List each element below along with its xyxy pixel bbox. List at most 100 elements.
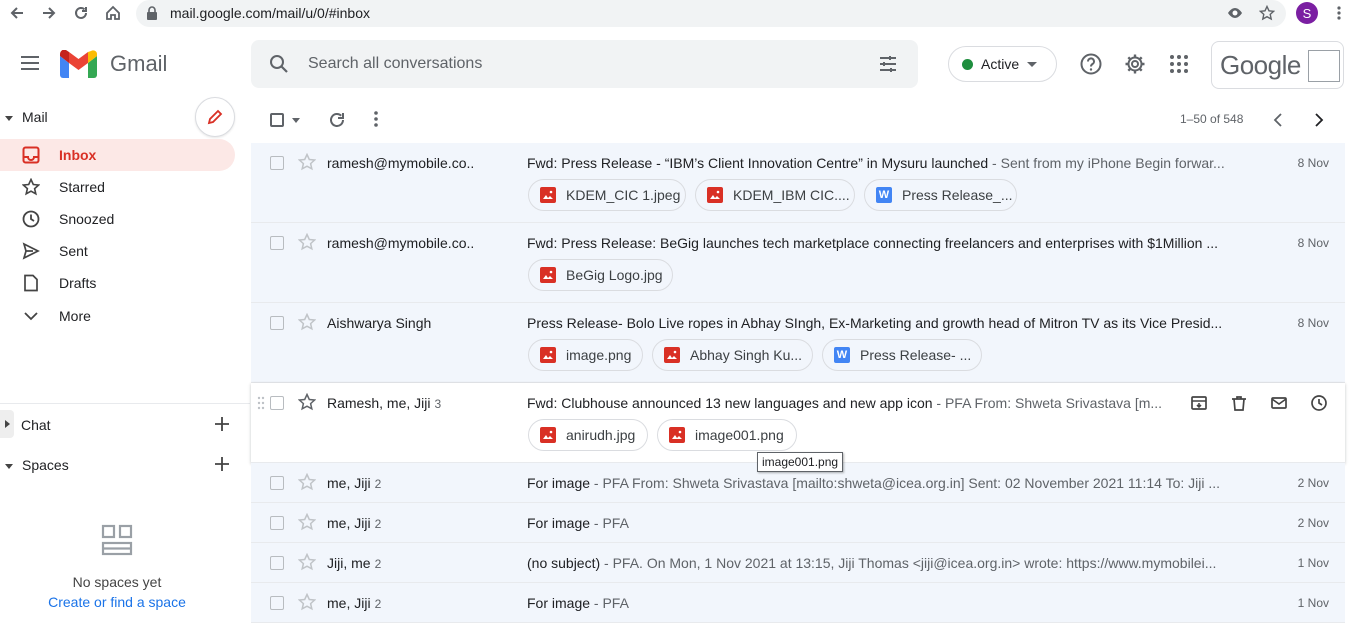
sidebar-item-more[interactable]: More xyxy=(0,300,235,332)
attachment-chip[interactable]: W Press Release_... xyxy=(864,179,1017,211)
profile-avatar[interactable]: S xyxy=(1296,2,1318,24)
select-all-checkbox[interactable] xyxy=(270,113,284,127)
divider xyxy=(0,403,250,404)
row-checkbox[interactable] xyxy=(270,516,284,530)
star-icon[interactable] xyxy=(298,153,316,171)
sidebar-item-starred[interactable]: Starred xyxy=(0,171,235,203)
status-dropdown[interactable]: Active xyxy=(948,46,1057,82)
more-options-icon[interactable] xyxy=(374,111,378,127)
prev-page-icon[interactable] xyxy=(1272,112,1284,128)
row-checkbox[interactable] xyxy=(270,476,284,490)
star-icon[interactable] xyxy=(298,553,316,571)
mail-section-header[interactable]: Mail xyxy=(5,109,48,125)
email-subject-line: Fwd: Clubhouse announced 13 new language… xyxy=(527,395,1172,411)
star-icon[interactable] xyxy=(298,233,316,251)
mail-section-label: Mail xyxy=(22,109,48,125)
row-checkbox[interactable] xyxy=(270,156,284,170)
sidebar-item-inbox[interactable]: Inbox xyxy=(0,139,235,171)
drag-handle-icon[interactable] xyxy=(257,396,265,410)
email-row[interactable]: ramesh@mymobile.co.. Fwd: Press Release -… xyxy=(251,143,1345,223)
home-icon[interactable] xyxy=(103,3,123,23)
main-menu-icon[interactable] xyxy=(20,55,40,71)
star-icon[interactable] xyxy=(298,473,316,491)
list-toolbar: 1–50 of 548 xyxy=(251,97,1349,142)
eye-icon[interactable] xyxy=(1225,3,1245,23)
email-row[interactable]: Aishwarya Singh Press Release- Bolo Live … xyxy=(251,303,1345,383)
browser-menu-icon[interactable] xyxy=(1329,3,1349,23)
back-icon[interactable] xyxy=(7,3,27,23)
row-checkbox[interactable] xyxy=(270,396,284,410)
email-snippet: - PFA xyxy=(590,595,629,611)
add-space-icon[interactable] xyxy=(214,456,230,472)
thread-count: 2 xyxy=(374,557,382,571)
attachment-chip[interactable]: anirudh.jpg xyxy=(528,419,648,451)
email-row[interactable]: me, Jiji 2 For image - PFA 2 Nov xyxy=(251,503,1345,543)
email-subject: (no subject) xyxy=(527,555,601,571)
sidebar-item-snoozed[interactable]: Snoozed xyxy=(0,203,235,235)
google-account-box[interactable]: Google xyxy=(1211,41,1344,89)
row-checkbox[interactable] xyxy=(270,556,284,570)
attachment-chip[interactable]: KDEM_CIC 1.jpeg xyxy=(528,179,686,211)
email-subject: Press Release- Bolo Live ropes in Abhay … xyxy=(527,315,1223,331)
search-input[interactable]: Search all conversations xyxy=(308,55,482,73)
email-row[interactable]: me, Jiji 2 For image - PFA 1 Nov xyxy=(251,583,1345,623)
email-row[interactable]: Jiji, me 2 (no subject) - PFA. On Mon, 1 N… xyxy=(251,543,1345,583)
no-spaces-text: No spaces yet xyxy=(72,574,162,590)
next-page-icon[interactable] xyxy=(1313,112,1325,128)
bookmark-star-icon[interactable] xyxy=(1257,3,1277,23)
attachment-chip[interactable]: BeGig Logo.jpg xyxy=(528,259,673,291)
help-icon[interactable] xyxy=(1080,53,1102,75)
sender-name: Aishwarya Singh xyxy=(327,315,432,331)
email-subject: Fwd: Clubhouse announced 13 new language… xyxy=(527,395,933,411)
star-icon[interactable] xyxy=(298,593,316,611)
image-file-icon xyxy=(540,267,556,283)
delete-icon[interactable] xyxy=(1230,394,1248,412)
create-space-link[interactable]: Create or find a space xyxy=(0,594,234,610)
url-text[interactable]: mail.google.com/mail/u/0/#inbox xyxy=(170,5,370,21)
search-options-icon[interactable] xyxy=(878,54,898,74)
forward-icon[interactable] xyxy=(39,3,59,23)
snooze-icon[interactable] xyxy=(1310,394,1328,412)
star-icon[interactable] xyxy=(298,313,316,331)
broken-image-icon xyxy=(1308,50,1340,82)
chat-section-label[interactable]: Chat xyxy=(21,417,51,433)
attachment-chip[interactable]: image001.png xyxy=(657,419,797,451)
attachment-chip[interactable]: KDEM_IBM CIC.... xyxy=(695,179,855,211)
sidebar-item-drafts[interactable]: Drafts xyxy=(0,267,235,299)
attachment-chip[interactable]: W Press Release- ... xyxy=(822,339,982,371)
email-row[interactable]: ramesh@mymobile.co.. Fwd: Press Release: … xyxy=(251,223,1345,303)
sender-name: me, Jiji xyxy=(327,515,371,531)
gmail-logo-icon[interactable] xyxy=(60,50,97,78)
compose-button[interactable] xyxy=(195,97,235,137)
chat-toggle[interactable] xyxy=(0,410,14,438)
refresh-icon[interactable] xyxy=(328,111,346,129)
select-menu-arrow-icon[interactable] xyxy=(292,118,300,123)
attachment-chip[interactable]: Abhay Singh Ku... xyxy=(652,339,813,371)
star-icon[interactable] xyxy=(298,513,316,531)
row-checkbox[interactable] xyxy=(270,236,284,250)
google-wordmark: Google xyxy=(1220,50,1301,80)
add-chat-icon[interactable] xyxy=(214,416,230,432)
settings-gear-icon[interactable] xyxy=(1124,53,1146,75)
sidebar-item-label: Starred xyxy=(59,179,105,195)
apps-grid-icon[interactable] xyxy=(1170,55,1188,73)
row-checkbox[interactable] xyxy=(270,316,284,330)
spaces-section-header[interactable]: Spaces xyxy=(5,457,69,473)
dropdown-arrow-icon xyxy=(1027,61,1038,67)
archive-icon[interactable] xyxy=(1190,394,1208,412)
email-sender: me, Jiji 2 xyxy=(327,595,381,611)
email-subject: For image xyxy=(527,515,591,531)
email-row[interactable]: Ramesh, me, Jiji 3 Fwd: Clubhouse announce… xyxy=(251,383,1345,463)
reload-icon[interactable] xyxy=(71,3,91,23)
star-icon[interactable] xyxy=(298,393,316,411)
attachment-chip[interactable]: image.png xyxy=(528,339,643,371)
email-subject-line: Fwd: Press Release - “IBM’s Client Innov… xyxy=(527,155,1235,171)
row-checkbox[interactable] xyxy=(270,596,284,610)
lock-icon[interactable] xyxy=(142,3,162,23)
search-bar[interactable]: Search all conversations xyxy=(251,40,918,88)
mark-unread-icon[interactable] xyxy=(1270,394,1288,412)
inbox-icon xyxy=(22,146,40,164)
search-icon[interactable] xyxy=(269,54,289,74)
sidebar-item-sent[interactable]: Sent xyxy=(0,235,235,267)
gmail-wordmark[interactable]: Gmail xyxy=(110,51,167,77)
